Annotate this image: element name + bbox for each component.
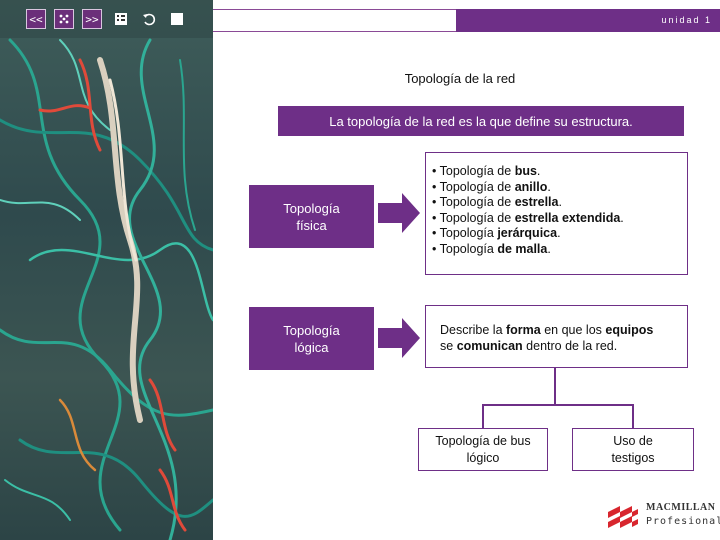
page-title: Topología de la red	[404, 71, 516, 86]
token-passing-line1: Uso de	[613, 433, 653, 448]
description-line1: Describe la forma en que los equipos	[440, 323, 654, 337]
background-photo-nets	[0, 0, 213, 540]
list-item: • Topología jerárquica.	[432, 226, 561, 240]
header-bar	[213, 9, 458, 32]
dice-icon	[59, 14, 69, 24]
next-icon: >>	[85, 12, 99, 26]
tree-connector-horizontal	[482, 404, 634, 406]
unit-label: unidad 1	[661, 15, 712, 25]
logical-topology-description: Describe la forma en que los equipos se …	[425, 305, 688, 368]
header-unit-bar: unidad 1	[456, 9, 720, 32]
logical-topology-box: Topología lógica	[249, 307, 374, 370]
undo-button[interactable]	[140, 9, 158, 29]
stop-button[interactable]	[168, 9, 186, 29]
logo-line1: MACMILLAN	[646, 502, 716, 513]
tree-connector-vertical	[554, 368, 556, 405]
logical-topology-line2: lógica	[294, 339, 329, 355]
tree-connector-left	[482, 404, 484, 428]
description-line2: se comunican dentro de la red.	[440, 339, 618, 353]
logical-topology-line1: Topología	[283, 322, 340, 338]
nets-texture	[0, 38, 213, 540]
next-button[interactable]: >>	[82, 9, 102, 29]
arrow-right-icon	[378, 318, 420, 358]
physical-topology-box: Topología física	[249, 185, 374, 248]
list-item: • Topología de bus.	[432, 164, 541, 178]
list-item: • Topología de malla.	[432, 241, 551, 256]
toolbar: << >>	[0, 0, 213, 38]
macmillan-logo: MACMILLAN Profesional	[606, 500, 720, 536]
index-button[interactable]	[112, 9, 130, 29]
list-item: • Topología de estrella extendida.	[432, 210, 624, 225]
token-passing-line2: testigos	[611, 450, 655, 465]
dice-button[interactable]	[54, 9, 74, 29]
definition-banner: La topología de la red es la que define …	[278, 106, 684, 136]
physical-topology-line1: Topología	[283, 200, 340, 216]
physical-topology-list: • Topología de bus. • Topología de anill…	[425, 152, 688, 275]
logical-bus-line2: lógico	[466, 450, 500, 465]
list-item: • Topología de estrella.	[432, 195, 562, 209]
macmillan-logo-icon	[608, 506, 638, 528]
logo-line2: Profesional	[646, 516, 720, 527]
token-passing-box: Uso de testigos	[572, 428, 694, 471]
previous-icon: <<	[29, 12, 43, 26]
undo-icon	[143, 13, 156, 26]
previous-button[interactable]: <<	[26, 9, 46, 29]
arrow-right-icon	[378, 193, 420, 233]
logical-bus-box: Topología de bus lógico	[418, 428, 548, 471]
tree-connector-right	[632, 404, 634, 428]
index-icon	[115, 13, 127, 25]
stop-icon	[171, 13, 183, 25]
list-item: • Topología de anillo.	[432, 179, 551, 194]
logical-bus-line1: Topología de bus	[435, 433, 531, 448]
physical-topology-line2: física	[296, 217, 327, 233]
